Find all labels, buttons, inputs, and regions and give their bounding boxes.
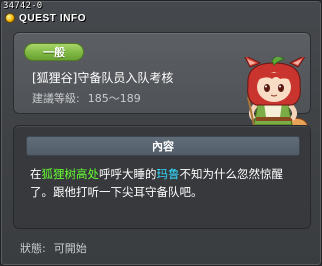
status-value: 可開始 [53,242,87,255]
level-label: 建議等級: [32,92,80,105]
quest-content-panel: 內容 在狐狸树高处呼呼大睡的玛鲁不知为什么忽然惊醒了。跟他打听一下尖耳守备队吧。 [13,125,311,229]
quest-header-panel: 一般 [狐狸谷]守备队员入队考核 建議等級: 185～189 [13,32,311,139]
quest-title-icon [5,13,15,23]
desc-text-2: 呼呼大睡的 [99,167,157,181]
window-title: QUEST INFO [19,12,87,24]
quest-status: 狀態: 可開始 [20,240,87,256]
quest-info-window: 34742-0 QUEST INFO 一般 [狐狸谷]守备队员入队考核 建議等級… [0,0,322,266]
quest-name: [狐狸谷]守备队员入队考核 [32,71,174,85]
quest-id: 34742-0 [3,1,43,11]
quest-description: 在狐狸树高处呼呼大睡的玛鲁不知为什么忽然惊醒了。跟他打听一下尖耳守备队吧。 [30,165,300,201]
place-link[interactable]: 狐狸树高处 [42,167,100,181]
npc-link[interactable]: 玛鲁 [157,167,180,181]
status-label: 狀態: [20,242,46,255]
content-header: 內容 [26,136,300,156]
recommended-level: 建議等級: 185～189 [32,90,141,106]
title-bar[interactable]: QUEST INFO [5,11,86,25]
level-range: 185～189 [87,92,141,105]
category-badge: 一般 [24,43,84,61]
desc-text-1: 在 [30,167,42,181]
